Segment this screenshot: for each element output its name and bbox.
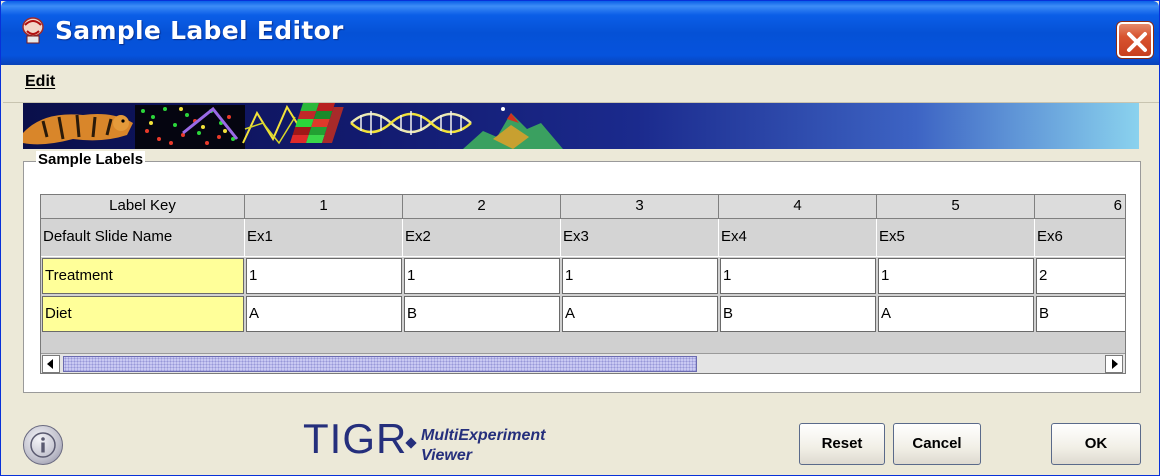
scroll-left-button[interactable] [42, 355, 60, 373]
title-bar[interactable]: Sample Label Editor [1, 1, 1159, 65]
dna-helix-image [350, 111, 472, 135]
tiger-image [23, 114, 133, 145]
info-button[interactable] [23, 425, 63, 465]
logo-product-line2: Viewer [421, 447, 472, 464]
diet-cell[interactable]: B [1036, 296, 1125, 332]
diet-cell[interactable]: A [246, 296, 402, 332]
diet-cell[interactable]: A [562, 296, 718, 332]
mev-banner-image [23, 103, 1139, 149]
treatment-cell[interactable]: 1 [878, 258, 1034, 294]
close-icon [1127, 32, 1147, 52]
info-icon [30, 432, 56, 458]
arrow-left-icon [47, 359, 53, 369]
cancel-button[interactable]: Cancel [893, 423, 981, 465]
treatment-cell[interactable]: 1 [246, 258, 402, 294]
treatment-cell[interactable]: 1 [404, 258, 560, 294]
arrow-right-icon [1112, 359, 1118, 369]
column-header-1[interactable]: 1 [245, 195, 403, 219]
logo-brand: TIGR [303, 415, 408, 462]
row-key-default-slide-name: Default Slide Name [41, 219, 245, 257]
column-header-4[interactable]: 4 [719, 195, 877, 219]
sample-labels-panel: Sample Labels Label Key 1 2 3 4 5 6 Defa… [23, 151, 1141, 393]
logo-product-line1: MultiExperiment [421, 427, 546, 444]
sample-labels-title: Sample Labels [36, 151, 146, 168]
column-header-label-key[interactable]: Label Key [41, 195, 245, 219]
tigr-mev-icon [22, 17, 44, 44]
scroll-right-button[interactable] [1105, 355, 1123, 373]
slide-name-cell: Ex1 [245, 219, 403, 257]
slide-name-cell: Ex4 [719, 219, 877, 257]
diet-cell[interactable]: B [720, 296, 876, 332]
treatment-cell[interactable]: 2 [1036, 258, 1125, 294]
menu-bar: Edit [3, 65, 1159, 103]
column-header-2[interactable]: 2 [403, 195, 561, 219]
window-title: Sample Label Editor [55, 16, 344, 45]
sample-label-editor-window: Sample Label Editor Edit Sample Labels L… [0, 0, 1160, 476]
diet-cell[interactable]: A [878, 296, 1034, 332]
scrollbar-thumb[interactable] [63, 356, 697, 372]
slide-name-cell: Ex6 [1035, 219, 1125, 257]
slide-name-cell: Ex2 [403, 219, 561, 257]
column-header-6[interactable]: 6 [1035, 195, 1125, 219]
sample-labels-table: Label Key 1 2 3 4 5 6 Default Slide Name… [40, 194, 1126, 374]
microarray-dots [135, 105, 245, 149]
terrain-plot-image [463, 107, 563, 149]
treatment-cell[interactable]: 1 [562, 258, 718, 294]
diet-cell[interactable]: B [404, 296, 560, 332]
column-header-5[interactable]: 5 [877, 195, 1035, 219]
close-button[interactable] [1117, 22, 1153, 58]
column-header-3[interactable]: 3 [561, 195, 719, 219]
slide-name-cell: Ex5 [877, 219, 1035, 257]
row-key-treatment[interactable]: Treatment [42, 258, 244, 294]
reset-button[interactable]: Reset [799, 423, 885, 465]
slide-name-cell: Ex3 [561, 219, 719, 257]
menu-edit[interactable]: Edit [25, 73, 55, 91]
row-key-diet[interactable]: Diet [42, 296, 244, 332]
treatment-cell[interactable]: 1 [720, 258, 876, 294]
horizontal-scrollbar[interactable] [41, 353, 1125, 373]
ok-button[interactable]: OK [1051, 423, 1141, 465]
heatmap-image [290, 103, 344, 143]
